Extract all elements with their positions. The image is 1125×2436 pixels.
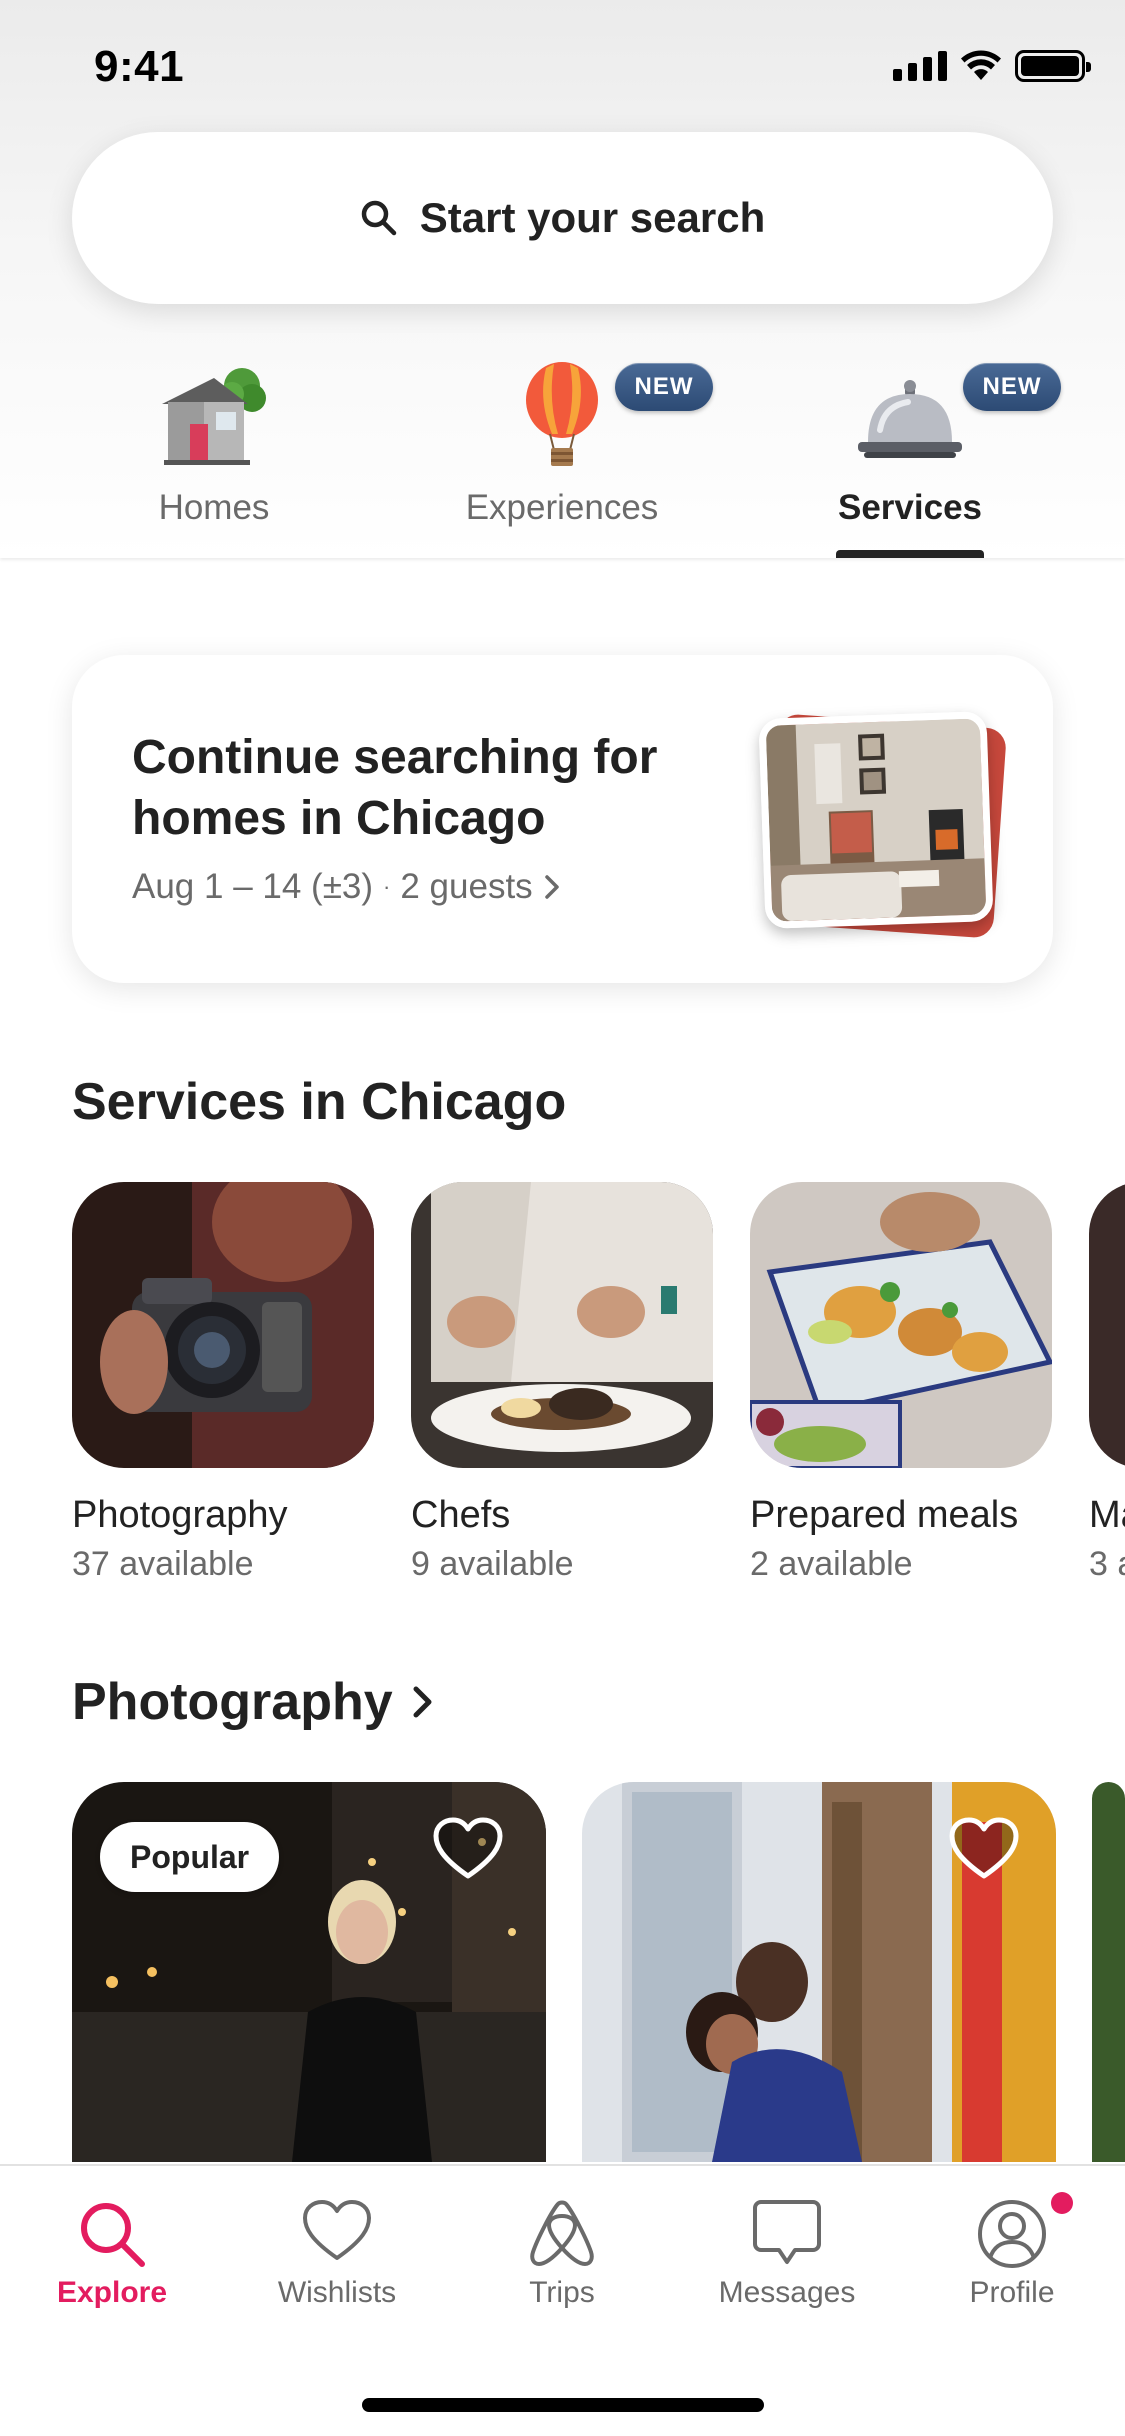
service-card-photography[interactable]: Photography 37 available <box>72 1182 374 1584</box>
wifi-icon <box>961 50 1001 80</box>
nav-label: Profile <box>969 2276 1055 2309</box>
tab-services[interactable]: NEW Services <box>780 350 1061 558</box>
tab-services-label: Services <box>837 488 983 527</box>
nav-wishlists[interactable]: Wishlists <box>237 2166 437 2336</box>
services-section-title: Services in Chicago <box>72 1073 567 1131</box>
photography-listing-card[interactable] <box>582 1782 1056 2162</box>
service-image <box>411 1182 713 1468</box>
popular-badge: Popular <box>100 1822 280 1892</box>
continue-search-details: Aug 1 – 14 (±3) · 2 guests <box>132 867 561 907</box>
notification-dot <box>1051 2192 1073 2214</box>
photography-listing-card-partial[interactable] <box>1092 1782 1125 2162</box>
nav-messages[interactable]: Messages <box>687 2166 887 2336</box>
bottom-navigation: Explore Wishlists Trips Messages Profile <box>0 2164 1125 2436</box>
new-badge: NEW <box>615 363 713 411</box>
house-icon <box>162 368 266 465</box>
continue-search-title: Continue searching for homes in Chicago <box>132 731 658 845</box>
profile-icon <box>978 2200 1046 2268</box>
service-name: Ma <box>1089 1494 1125 1536</box>
chevron-right-icon <box>544 875 559 899</box>
continue-search-card[interactable]: Continue searching for homes in Chicago … <box>72 655 1053 983</box>
tab-experiences-label: Experiences <box>465 488 659 527</box>
search-bar[interactable]: Start your search <box>72 132 1053 304</box>
service-count: 3 a <box>1089 1545 1125 1583</box>
status-icons <box>893 50 1091 82</box>
search-icon <box>361 200 396 236</box>
service-image <box>72 1182 374 1468</box>
nav-explore[interactable]: Explore <box>12 2166 212 2336</box>
search-label: Start your search <box>419 194 766 241</box>
separator-dot: · <box>383 874 391 899</box>
nav-trips[interactable]: Trips <box>462 2166 662 2336</box>
photography-listing-card[interactable]: Popular <box>72 1782 546 2162</box>
nav-label: Messages <box>718 2276 856 2309</box>
cellular-signal-icon <box>893 51 947 81</box>
photography-section-title: Photography <box>72 1673 393 1731</box>
service-card-prepared-meals[interactable]: Prepared meals 2 available <box>750 1182 1052 1584</box>
airbnb-logo-icon <box>530 2200 594 2266</box>
new-badge: NEW <box>963 363 1061 411</box>
status-time: 9:41 <box>94 42 185 91</box>
photography-section-header[interactable]: Photography <box>72 1672 435 1732</box>
chevron-right-icon <box>413 1686 432 1718</box>
service-card-chefs[interactable]: Chefs 9 available <box>411 1182 713 1584</box>
nav-profile[interactable]: Profile <box>912 2166 1112 2336</box>
category-tabs: Homes NEW Experiences NEW Services <box>0 350 1125 558</box>
heart-icon[interactable] <box>432 1816 504 1882</box>
service-name: Chefs <box>411 1494 511 1536</box>
status-bar: 9:41 <box>0 0 1125 135</box>
heart-icon <box>303 2200 371 2260</box>
search-guests: 2 guests <box>400 867 533 906</box>
service-count: 37 available <box>72 1545 254 1583</box>
nav-label: Explore <box>56 2276 168 2309</box>
service-image <box>750 1182 1052 1468</box>
search-dates: Aug 1 – 14 (±3) <box>132 867 374 906</box>
active-tab-indicator <box>836 550 984 558</box>
service-count: 2 available <box>750 1545 913 1583</box>
tab-homes-label: Homes <box>158 488 270 527</box>
service-bell-icon <box>858 380 962 458</box>
nav-label: Wishlists <box>277 2276 397 2309</box>
heart-icon[interactable] <box>948 1816 1020 1882</box>
service-count: 9 available <box>411 1545 574 1583</box>
service-name: Photography <box>72 1494 288 1536</box>
search-icon <box>81 2203 145 2267</box>
tab-experiences[interactable]: NEW Experiences <box>432 350 713 558</box>
battery-icon <box>1015 50 1091 82</box>
service-card-partial[interactable]: Ma 3 a <box>1089 1182 1125 1584</box>
tab-homes[interactable]: Homes <box>84 350 344 558</box>
service-name: Prepared meals <box>750 1494 1019 1536</box>
message-icon <box>753 2200 821 2264</box>
service-image <box>1089 1182 1125 1468</box>
hot-air-balloon-icon <box>526 362 598 466</box>
listing-thumbnail <box>758 711 994 929</box>
listing-photo <box>1092 1782 1125 2162</box>
home-indicator <box>362 2398 764 2412</box>
nav-label: Trips <box>529 2276 595 2309</box>
